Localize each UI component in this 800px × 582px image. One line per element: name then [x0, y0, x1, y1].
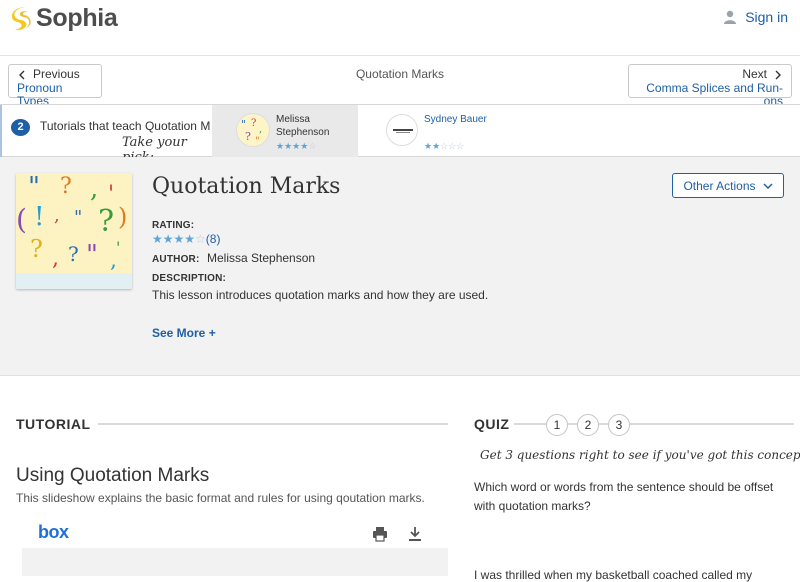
svg-text:,: , — [90, 174, 98, 204]
svg-text:,: , — [259, 124, 262, 135]
chevron-down-icon — [762, 182, 773, 189]
quiz-divider — [514, 423, 548, 425]
previous-button[interactable]: Previous Pronoun Types — [8, 64, 102, 108]
rating-count[interactable]: (8) — [206, 232, 221, 246]
lesson-nav: Quotation Marks Previous Pronoun Types N… — [0, 56, 800, 108]
tutorial-rating: ★★☆☆☆ — [424, 141, 465, 151]
tutorial-thumb — [386, 114, 418, 146]
chevron-right-icon — [775, 70, 781, 79]
svg-text:": " — [255, 136, 260, 147]
tutorial-card-melissa[interactable]: " ? , ? " Melissa Stephenson ★★★★☆ — [212, 105, 358, 157]
slideshow-frame[interactable] — [22, 548, 448, 576]
svg-text:?: ? — [251, 118, 256, 129]
svg-text:?: ? — [245, 130, 251, 143]
svg-text:': ' — [116, 238, 120, 257]
tutorial-divider — [98, 423, 448, 425]
slideshow-viewer[interactable]: box — [22, 518, 448, 576]
svg-text:?: ? — [98, 204, 114, 239]
tutorial-card-sydney[interactable]: Sydney Bauer ★★☆☆☆ — [372, 105, 522, 157]
tutorial-author[interactable]: Sydney Bauer — [424, 113, 494, 126]
svg-text:,: , — [54, 205, 60, 226]
description-label: DESCRIPTION: — [152, 273, 227, 284]
sophia-logo[interactable]: Sophia — [10, 4, 118, 33]
other-actions-label: Other Actions — [683, 178, 756, 193]
svg-text:?: ? — [68, 242, 79, 266]
viewer-toolbar: box — [22, 518, 448, 548]
tutorial-author: Melissa Stephenson — [276, 114, 330, 138]
tutorials-label: Tutorials that teach Quotation Marks — [40, 119, 210, 133]
quiz-step-2: 2 — [577, 414, 599, 436]
tutorial-count-badge: 2 — [11, 119, 30, 136]
sign-in-label: Sign in — [745, 9, 788, 25]
svg-text:!: ! — [34, 202, 44, 232]
quiz-divider — [630, 423, 794, 425]
rating-stars: ★★★★ — [152, 232, 196, 246]
tutorial-thumb: " ? , ? " — [236, 113, 270, 147]
quiz-step-3: 3 — [608, 414, 630, 436]
svg-text:": " — [28, 173, 40, 202]
user-icon — [724, 10, 737, 24]
svg-text:): ) — [118, 203, 127, 231]
quiz-heading: QUIZ — [474, 416, 510, 432]
print-icon[interactable] — [372, 526, 388, 542]
svg-text:": " — [74, 207, 82, 228]
quiz-cta: Get 3 questions right to see if you've g… — [480, 448, 800, 462]
other-actions-button[interactable]: Other Actions — [672, 173, 784, 198]
next-button[interactable]: Next Comma Splices and Run-ons — [628, 64, 792, 108]
description-text: This lesson introduces quotation marks a… — [152, 288, 489, 302]
lesson-details: " ? , ' ( ! , " ? ) ? , ? " , ' Quotatio… — [0, 157, 800, 376]
quiz-sentence: I was thrilled when my basketball coache… — [474, 568, 753, 582]
previous-label: Previous — [33, 67, 80, 81]
rating-stars-empty: ☆ — [195, 232, 206, 246]
tutorial-rating: ★★★★☆ — [276, 141, 317, 151]
brand-name: Sophia — [36, 4, 118, 32]
tutorial-description: This slideshow explains the basic format… — [16, 491, 425, 505]
lesson-thumbnail: " ? , ' ( ! , " ? ) ? , ? " , ' — [16, 173, 132, 289]
tutorials-strip: 2 Tutorials that teach Quotation Marks T… — [0, 104, 800, 165]
quiz-question: Which word or words from the sentence sh… — [474, 480, 774, 513]
svg-text:": " — [86, 240, 98, 270]
svg-text:(: ( — [16, 203, 27, 236]
tutorial-heading: TUTORIAL — [16, 416, 91, 432]
chevron-left-icon — [19, 70, 25, 79]
quiz-step-connector — [568, 423, 577, 425]
lesson-title: Quotation Marks — [152, 174, 341, 199]
tutorial-title: Using Quotation Marks — [16, 465, 210, 486]
author-label: AUTHOR: — [152, 254, 200, 265]
site-header: Sophia Sign in — [0, 0, 800, 56]
svg-text:,: , — [52, 246, 59, 271]
box-logo: box — [38, 522, 69, 542]
next-label: Next — [742, 67, 767, 81]
see-more-link[interactable]: See More + — [152, 326, 216, 340]
sign-in-link[interactable]: Sign in — [723, 9, 788, 25]
tutorials-intro: 2 Tutorials that teach Quotation Marks T… — [0, 105, 212, 165]
svg-text:?: ? — [60, 174, 72, 199]
quiz-step-connector — [599, 423, 608, 425]
svg-text:?: ? — [30, 235, 43, 263]
download-icon[interactable] — [407, 526, 423, 542]
lesson-rating[interactable]: ★★★★☆(8) — [152, 232, 220, 246]
sophia-logo-icon — [12, 6, 31, 30]
author-name: Melissa Stephenson — [207, 251, 316, 265]
rating-label: RATING: — [152, 220, 195, 231]
quiz-step-1: 1 — [546, 414, 568, 436]
